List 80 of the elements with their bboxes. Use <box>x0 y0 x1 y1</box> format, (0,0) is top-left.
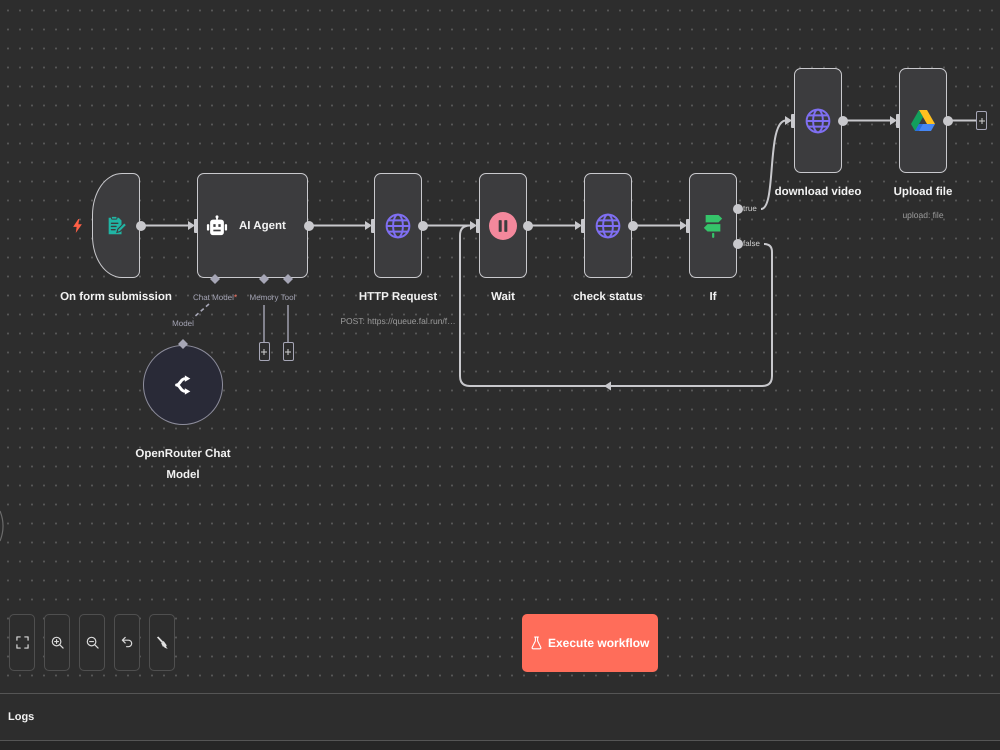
logs-panel-title[interactable]: Logs <box>8 711 34 723</box>
connection-arrow <box>847 116 897 125</box>
fit-view-button[interactable] <box>9 614 35 671</box>
output-handle[interactable] <box>304 220 314 230</box>
connection-arrow <box>427 221 477 230</box>
output-label: false <box>743 239 760 249</box>
add-node-button[interactable] <box>258 342 270 361</box>
add-node-button[interactable] <box>282 342 294 361</box>
port-label: Model <box>172 319 194 329</box>
undo-arrow-icon <box>120 636 134 649</box>
plus-icon <box>261 348 267 354</box>
port-handle[interactable] <box>283 274 293 284</box>
connection-arrow <box>313 221 372 230</box>
connection-arrow <box>637 221 687 230</box>
node-subtitle: POST: https://queue.fal.run/f… <box>340 316 456 326</box>
node-label: HTTP Request <box>358 290 438 304</box>
input-handle[interactable] <box>791 114 795 128</box>
node-label: Wait <box>491 290 515 304</box>
tricolor-triangle-icon <box>911 110 935 131</box>
node-label: OpenRouter Chat Model <box>134 447 232 483</box>
reset-zoom-button[interactable] <box>114 614 140 671</box>
output-handle[interactable] <box>733 239 743 249</box>
robot-icon <box>206 214 228 236</box>
agent-node[interactable]: AI Agent <box>197 173 308 278</box>
port-label: Chat Model* <box>192 293 238 303</box>
output-handle[interactable] <box>838 116 848 126</box>
zoom-in-button[interactable] <box>44 614 70 671</box>
connection-line <box>287 305 289 342</box>
output-handle[interactable] <box>733 204 743 214</box>
workflow-node[interactable] <box>584 173 632 278</box>
port-handle[interactable] <box>210 274 220 284</box>
node-label: check status <box>573 290 643 304</box>
node-subtitle: upload: file <box>902 210 944 220</box>
node-label: download video <box>774 185 862 199</box>
zoom-out-button[interactable] <box>79 614 105 671</box>
dashed-connection-line <box>192 303 210 319</box>
zoom-in-icon <box>50 636 64 649</box>
lightning-icon <box>73 219 82 233</box>
input-handle[interactable] <box>476 218 480 232</box>
pause-icon <box>489 212 517 240</box>
add-node-button[interactable] <box>976 111 987 130</box>
input-handle[interactable] <box>581 218 585 232</box>
fit-view-icon <box>16 636 28 649</box>
port-handle[interactable] <box>259 274 269 284</box>
output-handle[interactable] <box>136 220 146 230</box>
arc-drawing <box>0 510 4 542</box>
workflow-node[interactable] <box>794 68 842 173</box>
node-label: On form submission <box>60 290 172 304</box>
port-handle[interactable] <box>178 339 188 349</box>
connection-line <box>263 305 265 342</box>
workflow-node[interactable] <box>899 68 947 173</box>
tidy-up-button[interactable] <box>149 614 175 671</box>
connection-line <box>952 120 976 122</box>
input-handle[interactable] <box>371 218 375 232</box>
plus-icon <box>978 118 984 124</box>
port-label: Tool <box>280 293 296 303</box>
globe-icon <box>805 108 831 134</box>
workflow-node[interactable] <box>374 173 422 278</box>
node-label: Upload file <box>894 185 952 199</box>
flask-icon <box>531 636 542 650</box>
node-title: AI Agent <box>239 220 286 232</box>
zoom-out-icon <box>86 636 98 649</box>
connection-arrow <box>532 221 582 230</box>
output-handle[interactable] <box>523 220 533 230</box>
node-label: If <box>709 290 717 304</box>
input-handle[interactable] <box>896 114 900 128</box>
trigger-node[interactable] <box>92 173 140 278</box>
workflow-node[interactable] <box>689 173 737 278</box>
port-label: Memory <box>250 293 278 303</box>
input-handle[interactable] <box>686 218 690 232</box>
globe-icon <box>595 212 621 238</box>
workflow-node[interactable] <box>479 173 527 278</box>
output-label: true <box>743 204 757 214</box>
signpost-icon <box>702 212 724 238</box>
output-handle[interactable] <box>943 116 953 126</box>
brush-icon <box>156 636 168 649</box>
globe-icon <box>385 212 411 238</box>
plus-icon <box>285 348 291 354</box>
input-handle[interactable] <box>194 218 198 232</box>
connection-arrow <box>145 221 195 230</box>
